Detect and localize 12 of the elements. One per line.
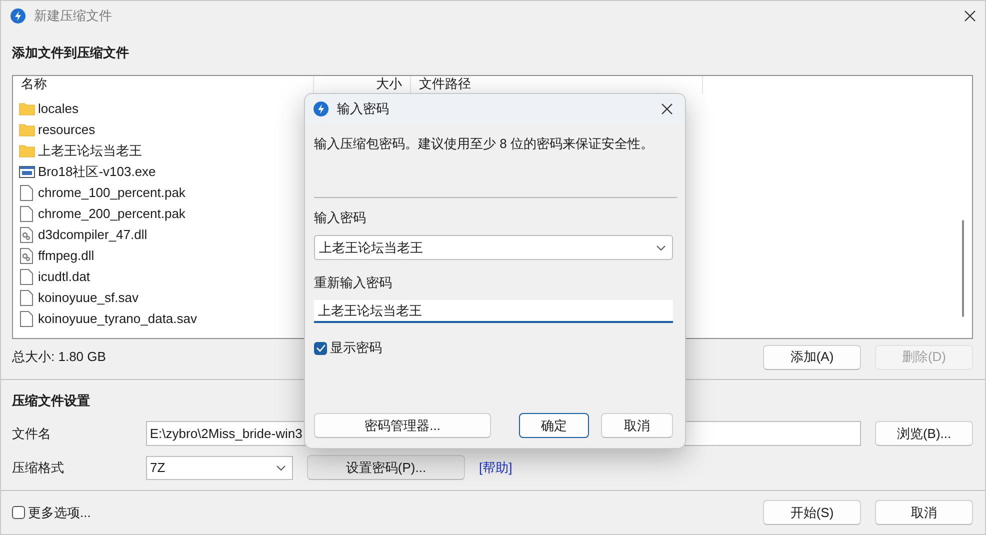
checkbox-label: 更多选项... (28, 504, 91, 522)
field-label: 重新输入密码 (314, 274, 393, 292)
section-title: 添加文件到压缩文件 (12, 44, 130, 62)
field-label: 文件名 (12, 424, 52, 442)
dialog-message: 输入压缩包密码。建议使用至少 8 位的密码来保证安全性。 (314, 135, 654, 153)
field-label: 输入密码 (314, 209, 367, 227)
checkbox-label: 显示密码 (330, 339, 382, 357)
window-title: 新建压缩文件 (34, 7, 113, 25)
dialog-title: 输入密码 (337, 100, 390, 118)
field-label: 压缩格式 (12, 458, 65, 476)
total-size: 总大小: 1.80 GB (12, 348, 106, 366)
section-title: 压缩文件设置 (12, 392, 91, 410)
